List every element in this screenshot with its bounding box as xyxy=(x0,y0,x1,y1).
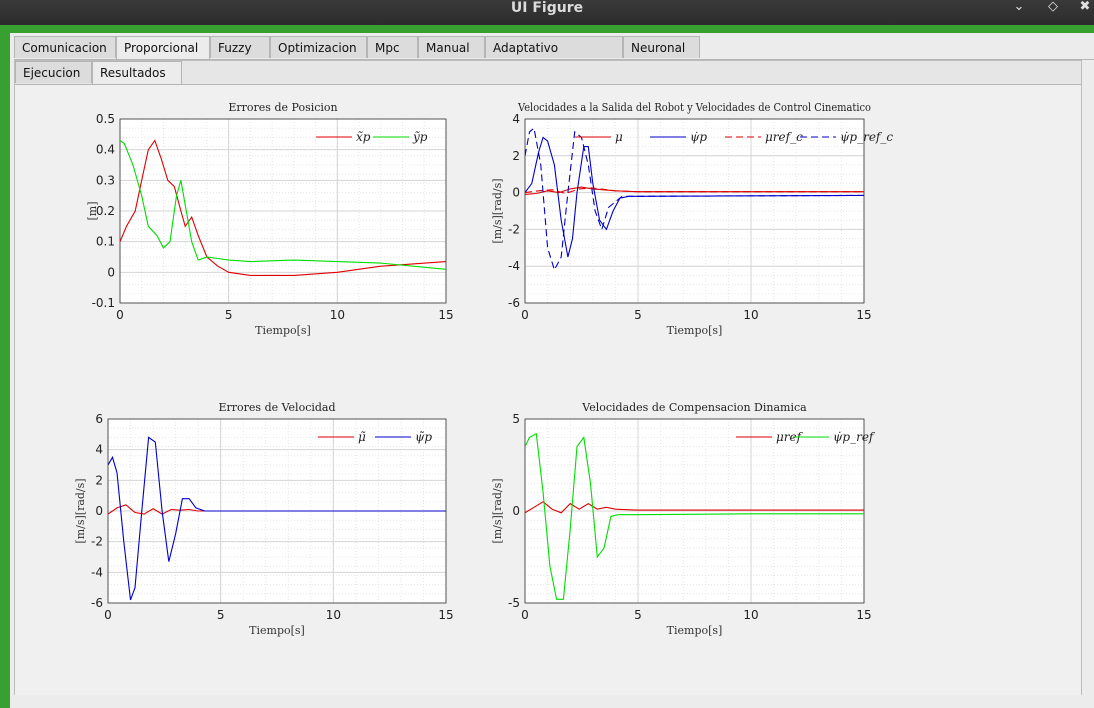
y-axis-label: [m] xyxy=(86,201,99,220)
y-tick-label: -4 xyxy=(91,565,103,579)
window-frame: Comunicacion Proporcional Fuzzy Optimiza… xyxy=(0,25,1094,708)
legend-label: μ̃ xyxy=(358,430,366,444)
tab-manual[interactable]: Manual xyxy=(418,36,485,58)
y-tick-label: 0.5 xyxy=(96,112,115,126)
y-tick-label: 0.4 xyxy=(96,143,115,157)
x-tick-label: 10 xyxy=(326,608,341,622)
x-axis-label: Tiempo[s] xyxy=(255,324,311,337)
y-tick-label: -4 xyxy=(508,259,520,273)
x-tick-label: 10 xyxy=(743,608,758,622)
legend-label: ψ̃p xyxy=(415,430,432,444)
y-tick-label: -6 xyxy=(508,296,520,310)
y-tick-label: 4 xyxy=(512,112,520,126)
tab-neuronal[interactable]: Neuronal xyxy=(623,36,700,58)
x-tick-label: 15 xyxy=(438,608,453,622)
x-tick-label: 0 xyxy=(521,608,529,622)
x-axis-label: Tiempo[s] xyxy=(667,324,723,337)
y-tick-label: 0.3 xyxy=(96,173,115,187)
legend-label: μref_c xyxy=(765,130,803,144)
legend-label: μ xyxy=(615,130,623,144)
y-tick-label: 0.1 xyxy=(96,235,115,249)
y-tick-label: 6 xyxy=(95,412,103,426)
y-axis-label: [m/s][rad/s] xyxy=(74,478,87,543)
tab-resultados[interactable]: Resultados xyxy=(92,61,182,85)
legend-label: ỹp xyxy=(412,130,428,144)
y-tick-label: 0 xyxy=(512,186,520,200)
results-panel: 0 5 10 15 -0.1 0 0.1 0.2 0.3 0.4 0.5 Errores de Pos… xyxy=(15,84,1081,695)
legend-label: ψ̇p_ref_c xyxy=(840,130,893,144)
legend-label: ψ̇p xyxy=(690,130,707,144)
x-tick-label: 0 xyxy=(521,308,529,322)
x-tick-label: 5 xyxy=(634,308,642,322)
x-tick-label: 15 xyxy=(438,308,453,322)
tab-ejecucion[interactable]: Ejecucion xyxy=(15,61,92,83)
minimize-icon[interactable]: ⌄ xyxy=(1010,0,1028,14)
window-title: UI Figure xyxy=(510,0,584,16)
window-titlebar: UI Figure ⌄ ◇ ✖ xyxy=(0,0,1094,25)
x-tick-label: 15 xyxy=(856,608,871,622)
close-icon[interactable]: ✖ xyxy=(1076,0,1094,14)
x-tick-label: 5 xyxy=(634,608,642,622)
tab-content-proporcional: Ejecucion Resultados 0 5 10 15 -0.1 0 0.1 0.2 0.… xyxy=(14,60,1082,695)
tab-mpc[interactable]: Mpc xyxy=(367,36,418,58)
y-tick-label: 2 xyxy=(512,149,520,163)
x-tick-label: 5 xyxy=(217,608,225,622)
main-tab-bar: Comunicacion Proporcional Fuzzy Optimiza… xyxy=(14,36,700,77)
chart-3: 0 5 10 15 -6 -4 -2 0 2 4 6 Errores de Velocidad Tiem… xyxy=(74,401,454,637)
results-plots: 0 5 10 15-0.100.10.20.30.40.5Errores de Pos… xyxy=(74,101,893,637)
tab-fuzzy[interactable]: Fuzzy xyxy=(210,36,270,58)
y-tick-label: -5 xyxy=(508,596,520,610)
main-panel: Comunicacion Proporcional Fuzzy Optimiza… xyxy=(10,33,1094,708)
y-tick-label: 2 xyxy=(95,473,103,487)
y-tick-label: -2 xyxy=(508,222,520,236)
chart-2: 0 5 10 15 -6 -4 -2 0 2 4Velocidades a la Salida d… xyxy=(491,101,893,337)
chart-title: Errores de Posicion xyxy=(228,101,337,114)
x-tick-label: 0 xyxy=(104,608,112,622)
legend-label: x̃p xyxy=(356,130,371,144)
y-tick-label: 0 xyxy=(95,504,103,518)
y-tick-label: 5 xyxy=(512,412,520,426)
x-tick-label: 10 xyxy=(330,308,345,322)
sub-tab-bar: Ejecucion Resultados xyxy=(15,61,182,85)
y-tick-label: -6 xyxy=(91,596,103,610)
x-tick-label: 10 xyxy=(743,308,758,322)
chart-title: Errores de Velocidad xyxy=(218,401,335,414)
tab-optimizacion[interactable]: Optimizacion xyxy=(270,36,367,58)
y-tick-label: -0.1 xyxy=(92,296,115,310)
x-axis-label: Tiempo[s] xyxy=(249,624,305,637)
y-tick-label: 0 xyxy=(107,265,115,279)
y-tick-label: 4 xyxy=(95,443,103,457)
chart-title: Velocidades a la Salida del Robot y Velo… xyxy=(517,101,871,114)
tab-proporcional[interactable]: Proporcional xyxy=(116,36,210,60)
x-tick-label: 15 xyxy=(856,308,871,322)
x-axis-label: Tiempo[s] xyxy=(667,624,723,637)
tab-adaptativo-dinamica[interactable]: Adaptativo Dinamica xyxy=(485,36,623,77)
x-tick-label: 0 xyxy=(116,308,124,322)
restore-icon[interactable]: ◇ xyxy=(1044,0,1062,14)
x-tick-label: 5 xyxy=(225,308,233,322)
legend-label: ψ̇p_ref xyxy=(833,430,876,444)
y-tick-label: -2 xyxy=(91,535,103,549)
tab-comunicacion[interactable]: Comunicacion xyxy=(14,36,116,58)
chart-4: 0 5 10 15-505Velocidades de Compensacion Di… xyxy=(491,401,876,637)
y-tick-label: 0 xyxy=(512,504,520,518)
y-axis-label: [m/s][rad/s] xyxy=(491,178,504,243)
chart-title: Velocidades de Compensacion Dinamica xyxy=(581,401,807,414)
y-axis-label: [m/s][rad/s] xyxy=(491,478,504,543)
chart-1: 0 5 10 15-0.100.10.20.30.40.5Errores de Pos… xyxy=(86,101,454,337)
